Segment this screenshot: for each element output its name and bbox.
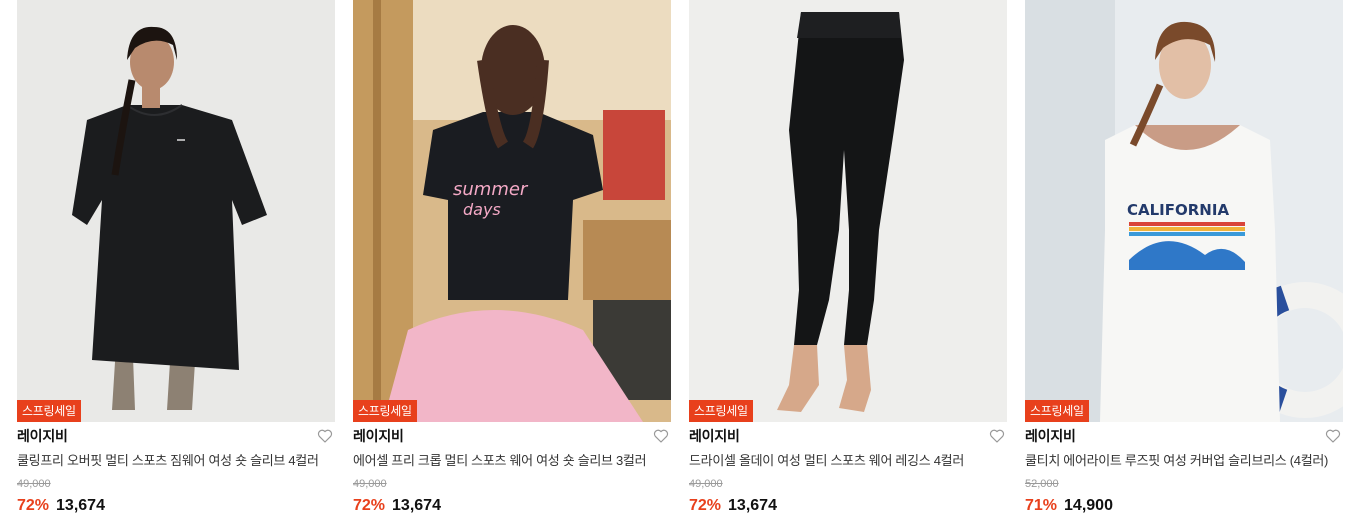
original-price: 49,000 bbox=[689, 478, 723, 490]
product-photo: summer days bbox=[353, 0, 671, 422]
price-row: 72% 13,674 bbox=[17, 496, 335, 516]
product-card[interactable]: 스프링세일 레이지비 드라이셀 올데이 여성 멀티 스포츠 웨어 레깅스 4컬러… bbox=[689, 0, 1007, 529]
sale-badge: 스프링세일 bbox=[17, 400, 81, 422]
svg-text:days: days bbox=[463, 200, 501, 219]
sale-price: 14,900 bbox=[1064, 497, 1113, 514]
product-name[interactable]: 쿨링프리 오버핏 멀티 스포츠 짐웨어 여성 숏 슬리브 4컬러 bbox=[17, 451, 335, 471]
original-price: 52,000 bbox=[1025, 478, 1059, 490]
brand-row: 레이지비 bbox=[689, 424, 1007, 448]
product-name[interactable]: 쿨티치 에어라이트 루즈핏 여성 커버업 슬리브리스 (4컬러) bbox=[1025, 451, 1343, 471]
discount-rate: 72% bbox=[17, 497, 50, 514]
original-price: 49,000 bbox=[353, 478, 387, 490]
brand-name[interactable]: 레이지비 bbox=[1025, 428, 1076, 444]
product-image-link[interactable]: 스프링세일 bbox=[17, 0, 335, 422]
product-card[interactable]: 스프링세일 레이지비 쿨링프리 오버핏 멀티 스포츠 짐웨어 여성 숏 슬리브 … bbox=[17, 0, 335, 529]
product-photo: CALIFORNIA bbox=[1025, 0, 1343, 422]
original-price: 49,000 bbox=[17, 478, 51, 490]
brand-row: 레이지비 bbox=[17, 424, 335, 448]
brand-row: 레이지비 bbox=[1025, 424, 1343, 448]
brand-name[interactable]: 레이지비 bbox=[689, 428, 740, 444]
svg-text:summer: summer bbox=[453, 179, 529, 200]
product-card[interactable]: summer days 스프링세일 레이지비 에어셀 프리 크롭 멀티 스포츠 … bbox=[353, 0, 671, 529]
brand-name[interactable]: 레이지비 bbox=[353, 428, 404, 444]
discount-rate: 72% bbox=[353, 497, 386, 514]
sale-price: 13,674 bbox=[728, 497, 777, 514]
svg-text:CALIFORNIA: CALIFORNIA bbox=[1127, 201, 1229, 219]
price-row: 72% 13,674 bbox=[353, 496, 671, 516]
sale-badge: 스프링세일 bbox=[1025, 400, 1089, 422]
sale-price: 13,674 bbox=[392, 497, 441, 514]
sale-badge: 스프링세일 bbox=[689, 400, 753, 422]
price-row: 72% 13,674 bbox=[689, 496, 1007, 516]
product-card[interactable]: CALIFORNIA 스프링세일 레이지비 쿨티치 에어라이트 루즈핏 여성 커… bbox=[1025, 0, 1343, 529]
price-row: 71% 14,900 bbox=[1025, 496, 1343, 516]
heart-outline-icon[interactable] bbox=[1325, 428, 1341, 444]
heart-outline-icon[interactable] bbox=[989, 428, 1005, 444]
product-photo bbox=[689, 0, 1007, 422]
product-grid: 스프링세일 레이지비 쿨링프리 오버핏 멀티 스포츠 짐웨어 여성 숏 슬리브 … bbox=[0, 0, 1348, 529]
discount-rate: 71% bbox=[1025, 497, 1058, 514]
product-photo bbox=[17, 0, 335, 422]
brand-name[interactable]: 레이지비 bbox=[17, 428, 68, 444]
product-name[interactable]: 드라이셀 올데이 여성 멀티 스포츠 웨어 레깅스 4컬러 bbox=[689, 451, 1007, 471]
sale-badge: 스프링세일 bbox=[353, 400, 417, 422]
heart-outline-icon[interactable] bbox=[653, 428, 669, 444]
product-image-link[interactable]: 스프링세일 bbox=[689, 0, 1007, 422]
product-image-link[interactable]: summer days 스프링세일 bbox=[353, 0, 671, 422]
product-name[interactable]: 에어셀 프리 크롭 멀티 스포츠 웨어 여성 숏 슬리브 3컬러 bbox=[353, 451, 671, 471]
heart-outline-icon[interactable] bbox=[317, 428, 333, 444]
brand-row: 레이지비 bbox=[353, 424, 671, 448]
discount-rate: 72% bbox=[689, 497, 722, 514]
sale-price: 13,674 bbox=[56, 497, 105, 514]
product-image-link[interactable]: CALIFORNIA 스프링세일 bbox=[1025, 0, 1343, 422]
